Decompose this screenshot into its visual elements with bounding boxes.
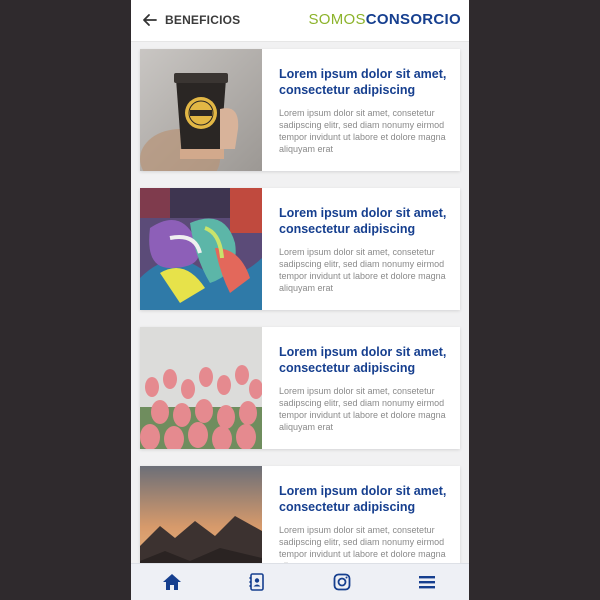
graffiti-wall-photo (140, 188, 262, 310)
benefit-title: Lorem ipsum dolor sit amet, consectetur … (279, 206, 447, 236)
back-button[interactable] (141, 11, 159, 29)
benefit-description: Lorem ipsum dolor sit amet, consetetur s… (279, 247, 446, 293)
benefit-title: Lorem ipsum dolor sit amet, consectetur … (279, 67, 447, 97)
arrow-left-icon (143, 14, 157, 26)
top-bar: BENEFICIOS SOMOSCONSORCIO (131, 0, 469, 42)
app-screen: BENEFICIOS SOMOSCONSORCIO Lorem ipsum do… (131, 0, 469, 600)
nav-contacts[interactable] (247, 572, 267, 592)
logo-part-somos: SOMOS (308, 11, 366, 28)
benefit-card-body: Lorem ipsum dolor sit amet, consectetur … (279, 66, 451, 155)
page-title: BENEFICIOS (165, 13, 241, 27)
instagram-icon (333, 573, 351, 591)
bottom-navigation (131, 563, 469, 600)
nav-menu[interactable] (417, 572, 437, 592)
nav-home[interactable] (162, 572, 182, 592)
benefit-card-body: Lorem ipsum dolor sit amet, consectetur … (279, 205, 451, 294)
home-icon (163, 574, 181, 590)
benefits-list: Lorem ipsum dolor sit amet, consectetur … (140, 49, 460, 600)
nav-instagram[interactable] (332, 572, 352, 592)
logo-part-consorcio: CONSORCIO (365, 11, 461, 28)
benefit-description: Lorem ipsum dolor sit amet, consetetur s… (279, 386, 446, 432)
pink-tulips-photo (140, 327, 262, 449)
benefit-description: Lorem ipsum dolor sit amet, consetetur s… (279, 108, 446, 154)
brand-logo: SOMOSCONSORCIO (308, 11, 461, 28)
benefit-title: Lorem ipsum dolor sit amet, consectetur … (279, 484, 447, 514)
coffee-cup-photo (140, 49, 262, 171)
benefit-card[interactable]: Lorem ipsum dolor sit amet, consectetur … (140, 327, 460, 449)
benefit-card-body: Lorem ipsum dolor sit amet, consectetur … (279, 483, 451, 572)
benefit-title: Lorem ipsum dolor sit amet, consectetur … (279, 345, 447, 375)
benefit-card[interactable]: Lorem ipsum dolor sit amet, consectetur … (140, 49, 460, 171)
benefit-card-body: Lorem ipsum dolor sit amet, consectetur … (279, 344, 451, 433)
menu-icon (419, 576, 435, 589)
contacts-icon (249, 573, 264, 591)
benefit-card[interactable]: Lorem ipsum dolor sit amet, consectetur … (140, 188, 460, 310)
